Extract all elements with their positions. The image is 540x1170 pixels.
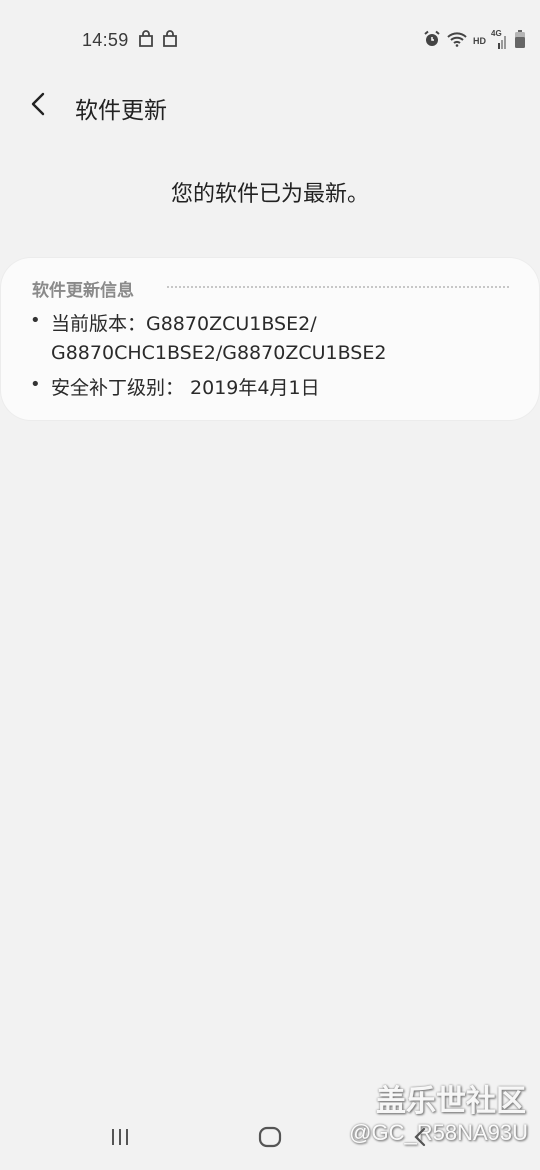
software-info-card: 软件更新信息 • 当前版本：G8870ZCU1BSE2/ G8870CHC1BS… [1, 258, 539, 420]
back-button[interactable] [18, 84, 58, 128]
divider [167, 286, 509, 288]
page-title: 软件更新 [75, 98, 167, 124]
status-system-icons: HD 4G [423, 29, 526, 53]
shopping-bag-icon [162, 30, 178, 48]
hd-voice-indicator: HD [473, 36, 486, 46]
alarm-icon [423, 30, 441, 52]
status-notification-icons [138, 30, 178, 48]
security-patch-level-text: 安全补丁级别： 2019年4月1日 [51, 377, 320, 399]
bullet: • [30, 374, 41, 395]
recent-apps-button[interactable] [95, 1122, 145, 1156]
card-title: 软件更新信息 [32, 281, 134, 301]
navigation-bar [0, 1108, 540, 1170]
back-nav-icon [410, 1126, 430, 1152]
battery-icon [514, 29, 526, 53]
update-status-message: 您的软件已为最新。 [170, 182, 369, 207]
status-bar: 14:59 HD 4G [0, 0, 540, 80]
app-bar: 软件更新 [0, 80, 540, 136]
status-time: 14:59 [82, 30, 129, 50]
shopping-bag-icon [138, 30, 154, 48]
back-nav-button[interactable] [395, 1122, 445, 1156]
current-version-text-continued: G8870CHC1BSE2/G8870ZCU1BSE2 [51, 342, 387, 364]
home-button[interactable] [245, 1122, 295, 1156]
recent-apps-icon [109, 1127, 131, 1151]
wifi-icon [447, 31, 467, 51]
signal-icon: 4G [491, 29, 508, 50]
back-arrow-icon [30, 92, 46, 120]
bullet: • [30, 310, 41, 331]
home-icon [258, 1126, 282, 1152]
current-version-text: 当前版本：G8870ZCU1BSE2/ [51, 313, 317, 335]
